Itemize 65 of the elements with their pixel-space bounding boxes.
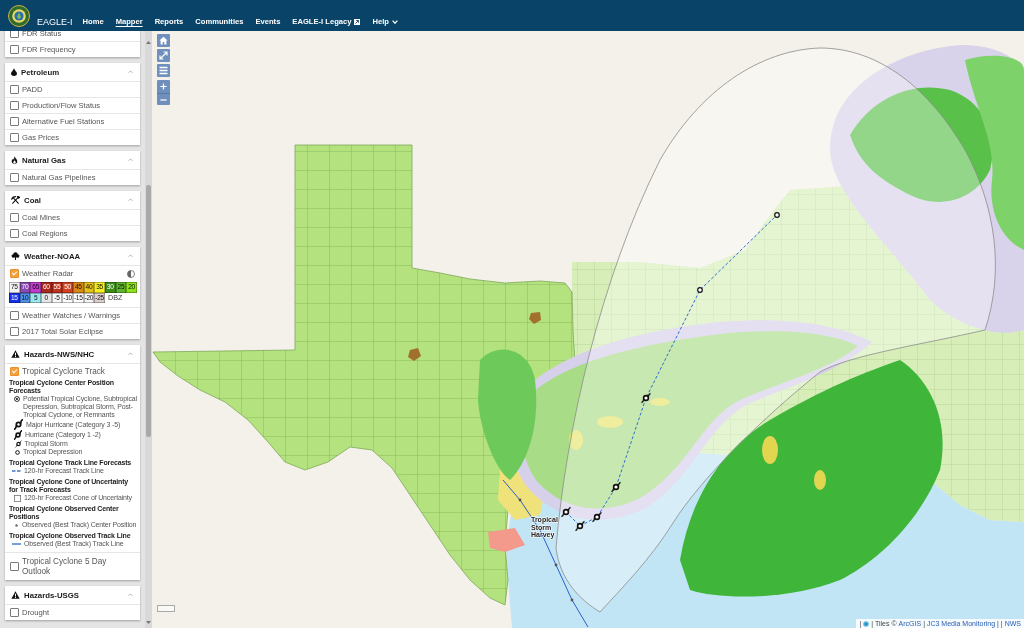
layer-label: Tropical Cyclone 5 Day Outlook (22, 556, 108, 577)
checkbox[interactable] (10, 229, 19, 238)
checkbox[interactable] (10, 133, 19, 142)
minus-icon (160, 98, 167, 101)
expand-icon (159, 51, 168, 60)
site-title[interactable]: EAGLE-I (37, 17, 73, 27)
external-link-icon (354, 19, 361, 25)
solid-line-icon (12, 543, 21, 545)
forecast-position-marker (697, 287, 703, 293)
arrow-down-icon[interactable] (146, 621, 151, 624)
dot-icon[interactable] (863, 620, 870, 627)
plus-icon (160, 83, 167, 90)
tree-icon (11, 252, 20, 260)
flame-icon (11, 156, 18, 164)
home-icon (159, 36, 168, 45)
scrollbar[interactable] (145, 31, 152, 628)
hammer-pick-icon (11, 196, 20, 204)
observed-position-dot (518, 498, 522, 502)
checkbox[interactable] (10, 31, 19, 38)
cone-swatch-icon (14, 494, 21, 502)
dot-icon (15, 523, 18, 527)
forecast-position-marker (774, 212, 780, 218)
county-marker (408, 348, 421, 361)
home-button[interactable] (157, 34, 170, 47)
warning-icon (11, 350, 20, 358)
full-extent-button[interactable] (157, 49, 170, 62)
county-marker (529, 312, 541, 324)
checkbox[interactable] (10, 367, 19, 376)
checkbox[interactable] (10, 311, 19, 320)
alert-area (488, 528, 525, 552)
zoom-in-button[interactable] (157, 80, 170, 93)
storm-marker (574, 520, 586, 532)
checkbox[interactable] (10, 213, 19, 222)
half-circle-icon[interactable] (127, 269, 135, 278)
layers-button[interactable] (157, 64, 170, 77)
seal-icon[interactable] (8, 4, 30, 27)
observed-position-dot (554, 563, 558, 567)
arrow-up-icon[interactable] (146, 41, 151, 44)
observed-position-dot (570, 598, 574, 602)
checkbox[interactable] (10, 562, 19, 571)
chevron-down-icon (391, 20, 398, 24)
scrollbar-thumb[interactable] (146, 185, 151, 437)
checkbox[interactable] (10, 45, 19, 54)
storm-marker (591, 511, 603, 523)
dashed-line-icon (12, 470, 21, 472)
checkbox[interactable] (10, 327, 19, 336)
checkbox[interactable] (10, 101, 19, 110)
warning-icon (11, 591, 20, 599)
circle-icon (15, 449, 20, 455)
layer-label: Tropical Cyclone Track (22, 367, 105, 376)
scale-bar (157, 605, 175, 612)
tropical-storm-icon (14, 440, 22, 448)
checkbox[interactable] (10, 608, 19, 617)
menu-icon (159, 66, 168, 75)
circled-x-icon (14, 396, 20, 402)
hurricane-icon (14, 419, 23, 430)
checkbox[interactable] (10, 269, 19, 278)
storm-marker (610, 481, 622, 493)
checkbox[interactable] (10, 117, 19, 126)
storm-marker (640, 392, 652, 404)
storm-marker (560, 506, 572, 518)
drop-icon (11, 68, 17, 76)
checkbox[interactable] (10, 173, 19, 182)
checkbox[interactable] (10, 85, 19, 94)
zoom-out-button[interactable] (157, 93, 170, 105)
